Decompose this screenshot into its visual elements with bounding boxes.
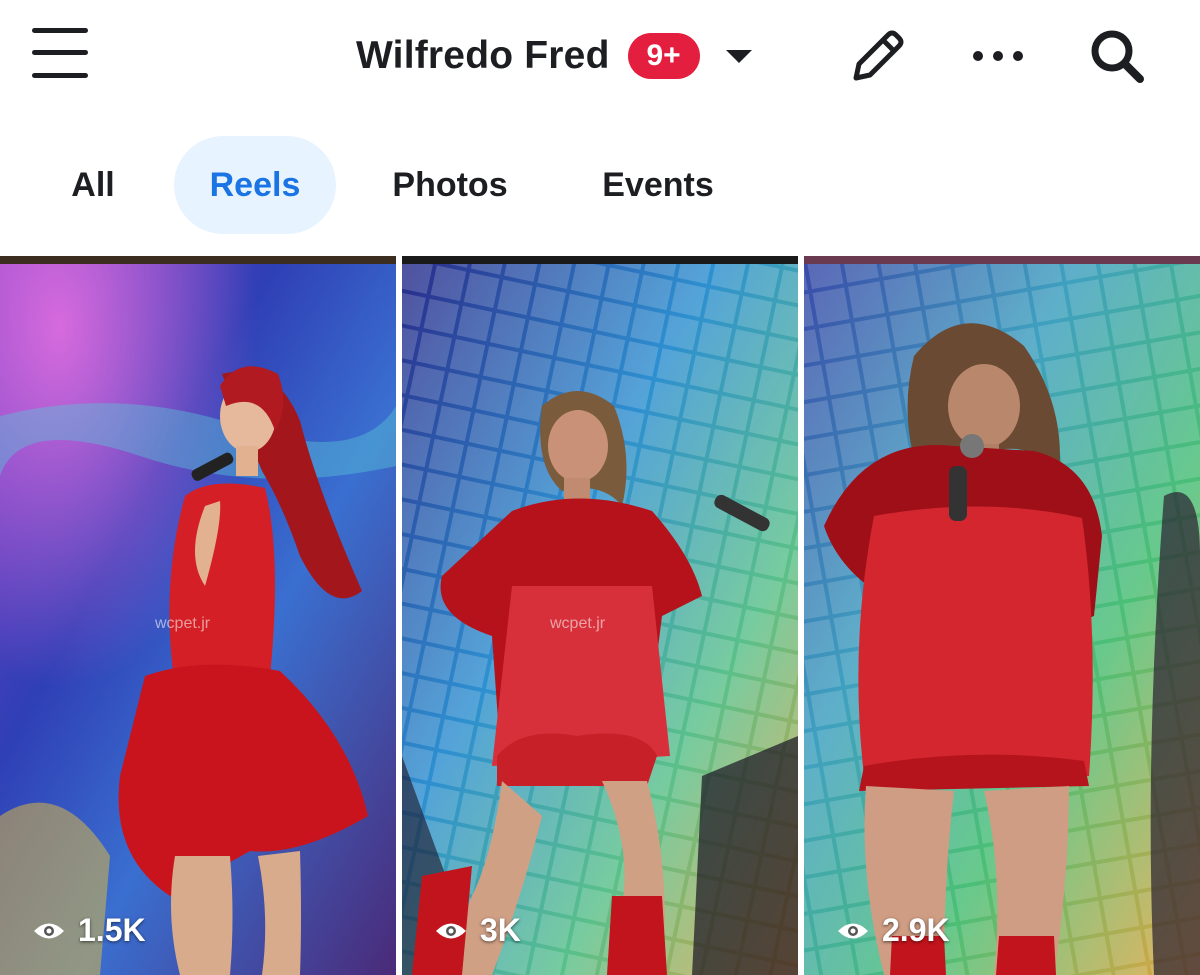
view-count-label: 3K: [480, 912, 521, 948]
page-title: Wilfredo Fred: [356, 34, 610, 77]
view-count: 2.9K: [836, 912, 950, 949]
reel-thumbnail-image: wcpet.jr: [0, 256, 396, 975]
view-count: 3K: [434, 912, 521, 949]
tab-events[interactable]: Events: [580, 136, 736, 234]
tab-photos[interactable]: Photos: [366, 136, 534, 234]
menu-line: [32, 50, 88, 55]
watermark: wcpet.jr: [549, 615, 606, 632]
reel-thumbnail[interactable]: wcpet.jr 1.5K: [0, 256, 396, 975]
menu-line: [32, 28, 88, 33]
top-bar: Wilfredo Fred 9+: [0, 0, 1200, 110]
reel-thumbnail-image: [804, 256, 1200, 975]
notification-badge: 9+: [627, 33, 700, 79]
eye-icon: [836, 920, 870, 942]
eye-icon: [32, 920, 66, 942]
search-icon[interactable]: [1085, 24, 1149, 88]
reels-grid: wcpet.jr 1.5K wcpet.jr 3K 2.9K: [0, 256, 1200, 975]
caret-down-icon: [725, 49, 752, 63]
menu-line: [32, 73, 88, 78]
reel-thumbnail-image: wcpet.jr: [402, 256, 798, 975]
watermark: wcpet.jr: [154, 615, 211, 632]
view-count-label: 2.9K: [882, 912, 950, 948]
page-switcher[interactable]: Wilfredo Fred 9+: [356, 28, 752, 84]
tab-reels[interactable]: Reels: [174, 136, 336, 234]
eye-icon: [434, 920, 468, 942]
tab-all[interactable]: All: [48, 136, 138, 234]
pencil-icon[interactable]: [846, 24, 910, 88]
view-count: 1.5K: [32, 912, 146, 949]
view-count-label: 1.5K: [78, 912, 146, 948]
filter-tabs: All Reels Photos Events: [0, 136, 1200, 236]
reel-thumbnail[interactable]: 2.9K: [804, 256, 1200, 975]
reel-thumbnail[interactable]: wcpet.jr 3K: [402, 256, 798, 975]
more-dots-icon[interactable]: [966, 24, 1030, 88]
hamburger-menu-icon[interactable]: [32, 28, 88, 80]
